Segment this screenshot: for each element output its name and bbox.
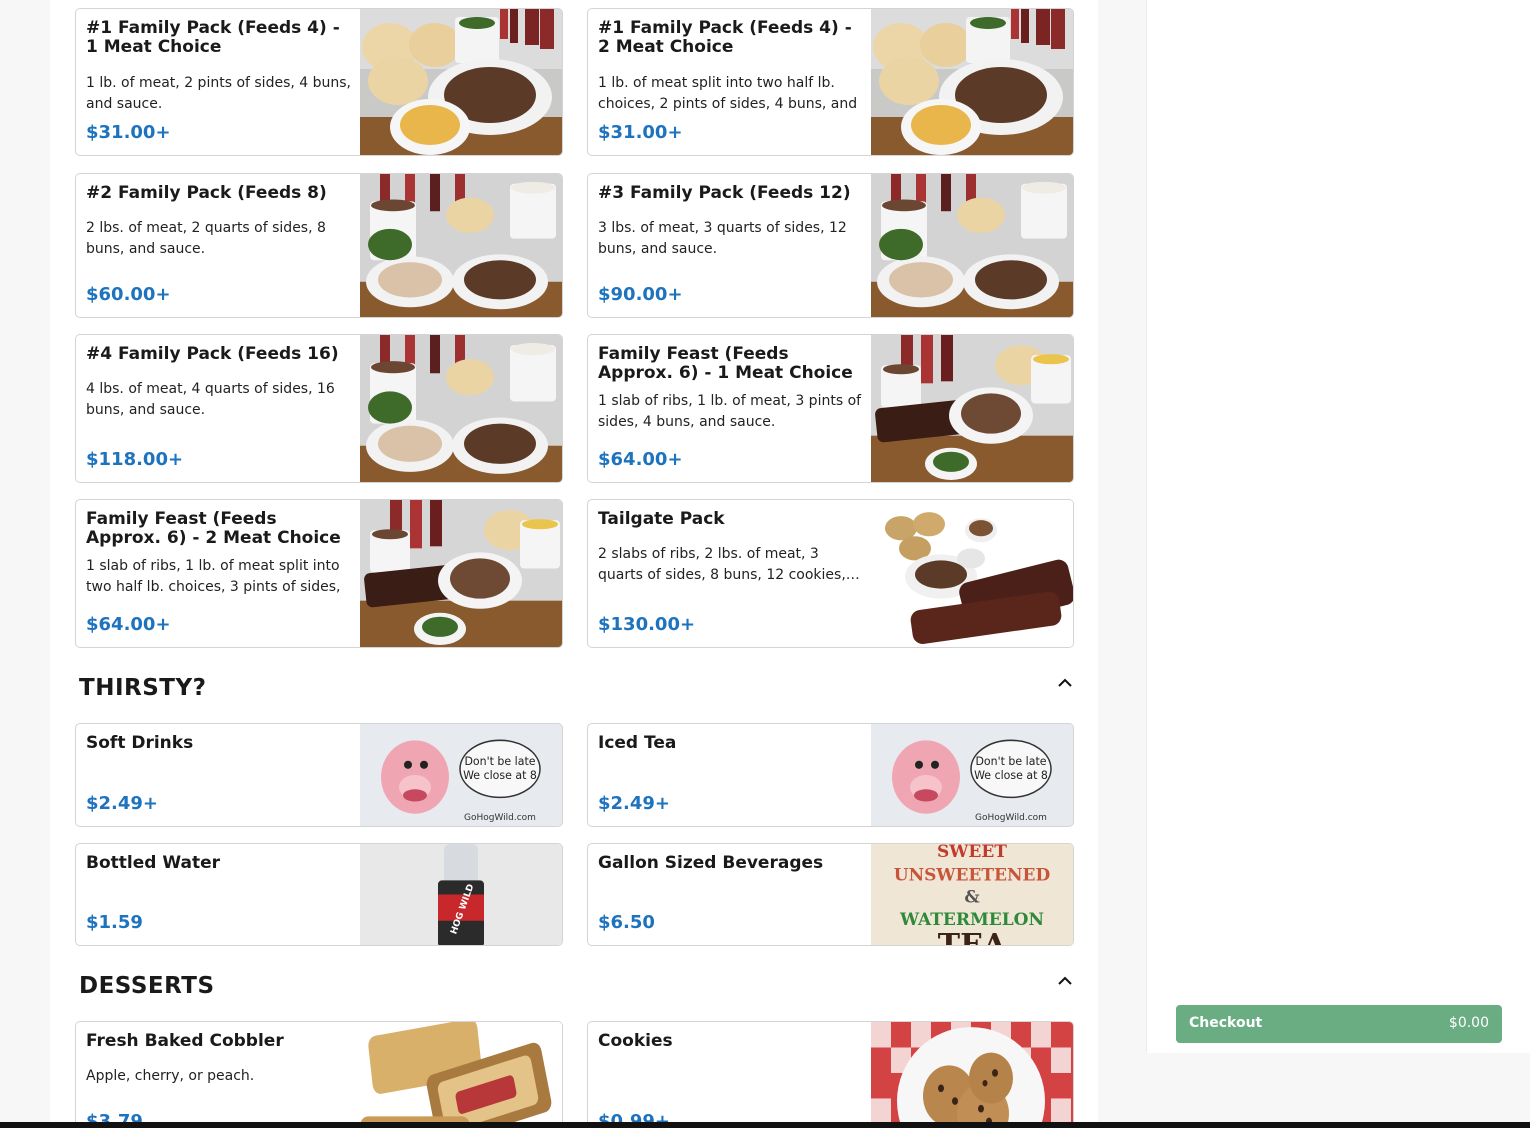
svg-text:Don't be late: Don't be late (975, 755, 1046, 768)
menu-item-image (871, 9, 1073, 155)
menu-item-price: $64.00+ (598, 449, 683, 470)
menu-item-card[interactable]: Gallon Sized Beverages $6.50 SWEET UNSWE… (587, 843, 1074, 946)
menu-item-description: 4 lbs. of meat, 4 quarts of sides, 16 bu… (86, 381, 335, 418)
menu-item-price: $2.49+ (86, 793, 159, 814)
bottom-edge-bar (0, 1122, 1530, 1128)
collapse-section-button[interactable] (1053, 968, 1077, 992)
menu-item-description: Apple, cherry, or peach. (86, 1068, 255, 1084)
section-heading-thirsty: THIRSTY? (79, 675, 207, 701)
menu-item-price: $60.00+ (86, 284, 171, 305)
menu-item-description: 2 lbs. of meat, 2 quarts of sides, 8 bun… (86, 220, 326, 257)
menu-item-price: $64.00+ (86, 614, 171, 635)
menu-item-price: $31.00+ (598, 122, 683, 143)
chevron-up-icon (1058, 976, 1072, 985)
menu-item-image (360, 335, 562, 482)
svg-text:We close at 8: We close at 8 (974, 769, 1048, 782)
svg-text:We close at 8: We close at 8 (463, 769, 537, 782)
menu-item-card[interactable]: #4 Family Pack (Feeds 16) 4 lbs. of meat… (75, 334, 563, 483)
menu-item-title: #1 Family Pack (Feeds 4) - 1 Meat Choice (86, 19, 340, 57)
svg-text:Don't be late: Don't be late (464, 755, 535, 768)
menu-item-image: Don't be late We close at 8 GoHogWild.co… (360, 724, 562, 826)
menu-item-image (360, 500, 562, 647)
menu-item-card[interactable]: Family Feast (Feeds Approx. 6) - 2 Meat … (75, 499, 563, 648)
menu-item-description: 3 lbs. of meat, 3 quarts of sides, 12 bu… (598, 220, 847, 257)
menu-item-description: 1 slab of ribs, 1 lb. of meat, 3 pints o… (598, 393, 862, 430)
menu-item-price: $1.59 (86, 912, 143, 933)
menu-item-title: Fresh Baked Cobbler (86, 1032, 284, 1051)
menu-item-card[interactable]: Fresh Baked Cobbler Apple, cherry, or pe… (75, 1021, 563, 1122)
menu-item-title: #3 Family Pack (Feeds 12) (598, 184, 851, 203)
menu-item-image: SWEET UNSWEETENED & WATERMELON TEA (871, 844, 1073, 945)
menu-item-title: Family Feast (Feeds Approx. 6) - 1 Meat … (598, 345, 853, 383)
menu-item-card[interactable]: Soft Drinks $2.49+ Don't be late We clos… (75, 723, 563, 827)
checkout-button[interactable]: Checkout $0.00 (1176, 1005, 1502, 1043)
menu-item-description: 1 slab of ribs, 1 lb. of meat split into… (86, 558, 341, 595)
checkout-label: Checkout (1189, 1015, 1263, 1031)
menu-item-title: Family Feast (Feeds Approx. 6) - 2 Meat … (86, 510, 341, 548)
chevron-up-icon (1058, 678, 1072, 687)
menu-item-card[interactable]: #1 Family Pack (Feeds 4) - 2 Meat Choice… (587, 8, 1074, 156)
menu-item-card[interactable]: Family Feast (Feeds Approx. 6) - 1 Meat … (587, 334, 1074, 483)
menu-item-title: #4 Family Pack (Feeds 16) (86, 345, 339, 364)
svg-text:&: & (964, 887, 980, 907)
menu-item-title: Iced Tea (598, 734, 677, 753)
menu-item-title: Cookies (598, 1032, 673, 1051)
menu-item-description: 1 lb. of meat split into two half lb. ch… (598, 75, 858, 112)
menu-item-title: #2 Family Pack (Feeds 8) (86, 184, 327, 203)
menu-item-price: $6.50 (598, 912, 655, 933)
menu-item-image: Don't be late We close at 8 GoHogWild.co… (871, 724, 1073, 826)
menu-item-card[interactable]: Bottled Water $1.59 HOG WILD (75, 843, 563, 946)
menu-item-price: $2.49+ (598, 793, 671, 814)
menu-item-image (871, 500, 1073, 647)
menu-item-card[interactable]: #1 Family Pack (Feeds 4) - 1 Meat Choice… (75, 8, 563, 156)
menu-item-price: $0.99+ (598, 1111, 671, 1122)
menu-item-description: 2 slabs of ribs, 2 lbs. of meat, 3 quart… (598, 546, 860, 583)
svg-text:TEA: TEA (938, 928, 1007, 945)
menu-item-image (360, 174, 562, 317)
svg-text:SWEET: SWEET (937, 844, 1007, 862)
menu-item-image (871, 335, 1073, 482)
menu-item-price: $130.00+ (598, 614, 696, 635)
menu-item-title: Gallon Sized Beverages (598, 854, 824, 873)
menu-content: #1 Family Pack (Feeds 4) - 1 Meat Choice… (50, 0, 1098, 1122)
menu-item-card[interactable]: Iced Tea $2.49+ Don't be late We close a… (587, 723, 1074, 827)
checkout-total: $0.00 (1448, 1015, 1489, 1031)
svg-text:GoHogWild.com: GoHogWild.com (975, 813, 1047, 823)
menu-item-title: Bottled Water (86, 854, 220, 873)
menu-item-image (871, 174, 1073, 317)
menu-item-image: HOG WILD (360, 844, 562, 945)
svg-text:UNSWEETENED: UNSWEETENED (894, 865, 1051, 885)
menu-item-card[interactable]: Tailgate Pack 2 slabs of ribs, 2 lbs. of… (587, 499, 1074, 648)
menu-item-image (871, 1022, 1073, 1122)
svg-text:WATERMELON: WATERMELON (899, 910, 1044, 930)
menu-item-price: $3.79 (86, 1111, 143, 1122)
menu-item-card[interactable]: #2 Family Pack (Feeds 8) 2 lbs. of meat,… (75, 173, 563, 318)
menu-item-title: #1 Family Pack (Feeds 4) - 2 Meat Choice (598, 19, 852, 57)
menu-item-image (360, 9, 562, 155)
collapse-section-button[interactable] (1053, 670, 1077, 694)
menu-item-card[interactable]: #3 Family Pack (Feeds 12) 3 lbs. of meat… (587, 173, 1074, 318)
section-heading-desserts: DESSERTS (79, 973, 215, 999)
menu-item-title: Soft Drinks (86, 734, 194, 753)
menu-item-description: 1 lb. of meat, 2 pints of sides, 4 buns,… (86, 75, 351, 112)
menu-item-price: $90.00+ (598, 284, 683, 305)
menu-item-image (360, 1022, 562, 1122)
menu-item-price: $31.00+ (86, 122, 171, 143)
svg-text:GoHogWild.com: GoHogWild.com (464, 813, 536, 823)
cart-panel (1146, 0, 1530, 1053)
menu-item-price: $118.00+ (86, 449, 184, 470)
menu-item-title: Tailgate Pack (598, 510, 725, 529)
menu-item-card[interactable]: Cookies $0.99+ (587, 1021, 1074, 1122)
